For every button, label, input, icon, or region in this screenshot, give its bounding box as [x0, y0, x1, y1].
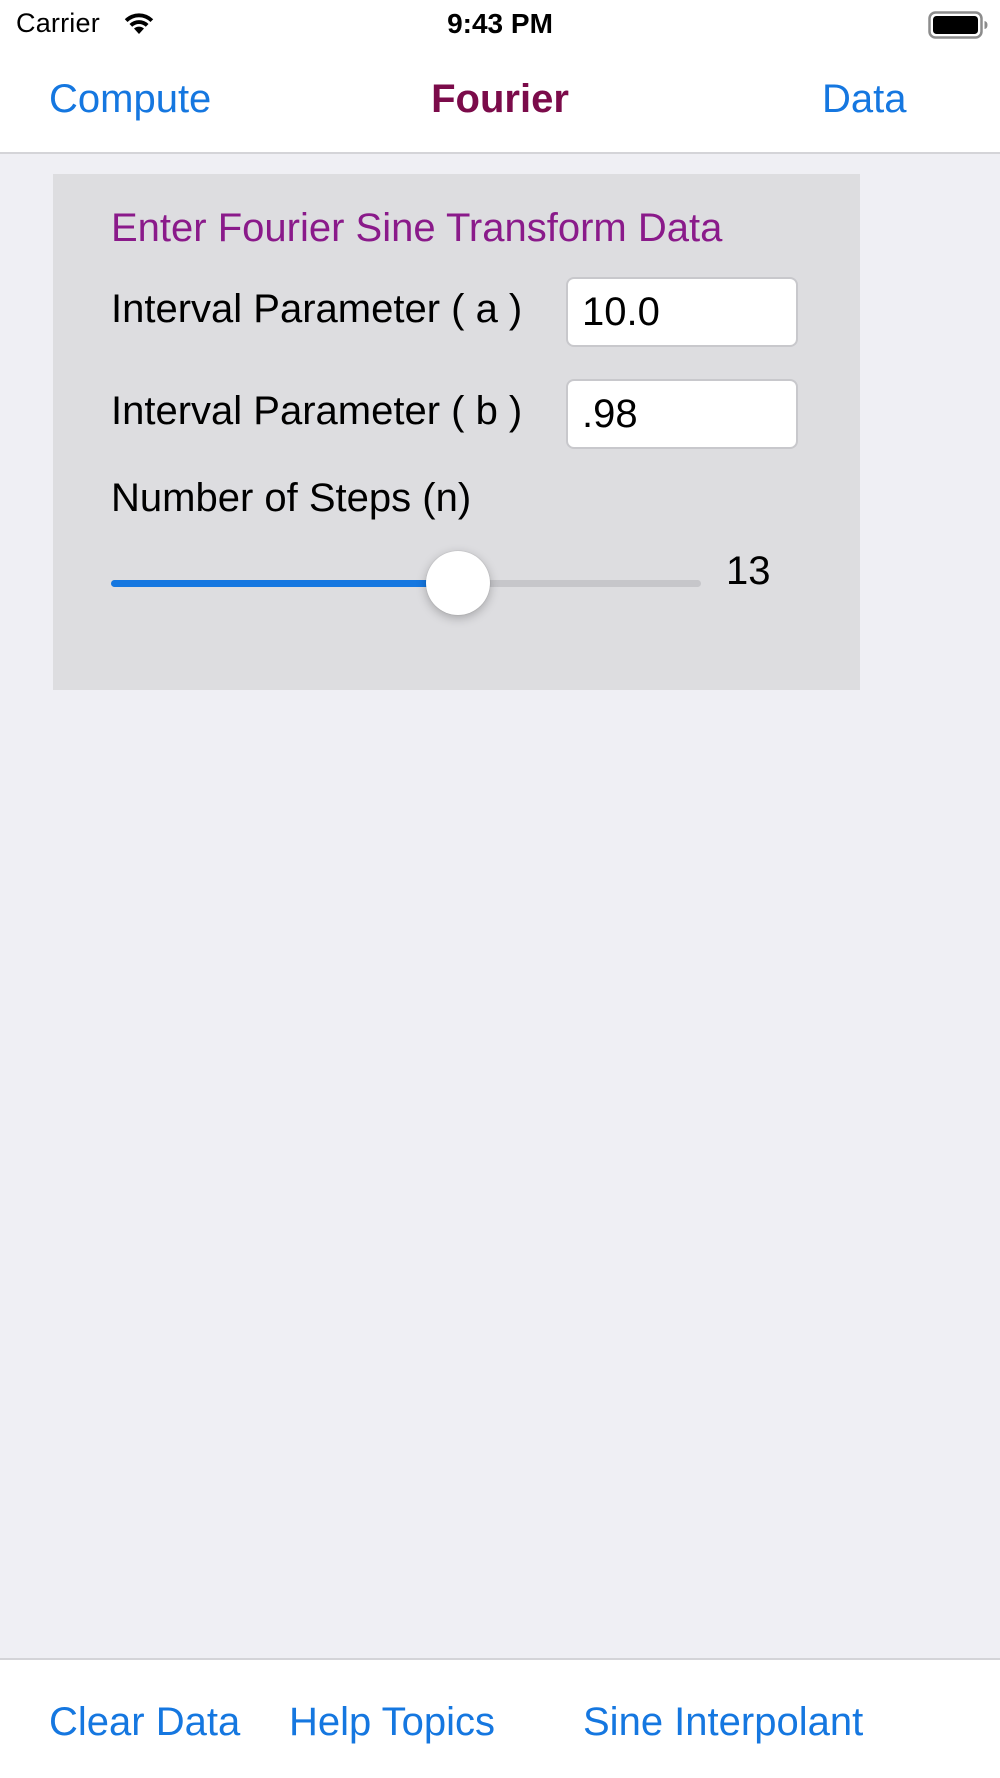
- interval-b-input[interactable]: [566, 379, 798, 449]
- data-button[interactable]: Data: [822, 77, 907, 122]
- help-topics-button[interactable]: Help Topics: [289, 1700, 495, 1745]
- panel-title: Enter Fourier Sine Transform Data: [111, 206, 723, 250]
- slider-fill: [111, 580, 458, 587]
- interval-a-label: Interval Parameter ( a ): [111, 287, 523, 331]
- clear-data-button[interactable]: Clear Data: [49, 1700, 240, 1745]
- navigation-bar: Compute Fourier Data: [0, 50, 1000, 154]
- battery-full-icon: [928, 11, 988, 39]
- slider-thumb[interactable]: [426, 551, 490, 615]
- status-bar: Carrier 9:43 PM: [0, 0, 1000, 50]
- interval-a-input[interactable]: [566, 277, 798, 347]
- steps-value: 13: [726, 549, 771, 593]
- interval-b-label: Interval Parameter ( b ): [111, 389, 523, 433]
- sine-interpolant-button[interactable]: Sine Interpolant: [583, 1700, 863, 1745]
- steps-slider[interactable]: [111, 548, 701, 618]
- steps-label: Number of Steps (n): [111, 476, 472, 520]
- data-entry-panel: Enter Fourier Sine Transform Data Interv…: [53, 174, 860, 690]
- bottom-toolbar: Clear Data Help Topics Sine Interpolant: [0, 1658, 1000, 1778]
- status-time: 9:43 PM: [447, 8, 553, 39]
